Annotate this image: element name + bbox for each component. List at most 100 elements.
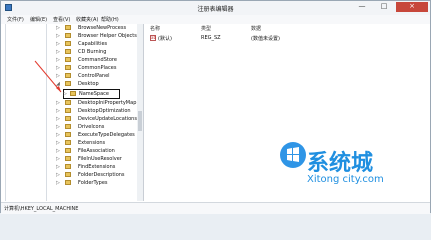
tree-item[interactable]: ▷ CommonPlaces xyxy=(1,64,136,72)
tree-item[interactable]: ▷ ExecuteTypeDelegates xyxy=(1,131,136,139)
menu-file[interactable]: 文件(F) xyxy=(7,16,24,23)
tree-item-label: DeviceUpdateLocations xyxy=(78,115,137,122)
tree-item-label: FindExtensions xyxy=(78,163,116,170)
tree-item[interactable]: ▷ FolderDescriptions xyxy=(1,171,136,179)
tree-item[interactable]: ▷ DeviceUpdateLocations xyxy=(1,115,137,123)
collapse-arrow-icon[interactable]: ◢ xyxy=(56,81,60,87)
tree-item[interactable]: ▷ FolderTypes xyxy=(1,179,136,187)
column-header-type[interactable]: 类型 xyxy=(201,25,211,32)
folder-icon xyxy=(65,100,71,105)
expand-arrow-icon[interactable]: ▷ xyxy=(56,41,60,47)
status-path: 计算机\HKEY_LOCAL_MACHINE xyxy=(4,206,79,212)
string-value-icon: ab xyxy=(150,35,156,41)
folder-icon xyxy=(65,41,71,46)
expand-arrow-icon[interactable]: ▷ xyxy=(56,25,60,31)
tree-item[interactable]: ▷ Extensions xyxy=(1,139,136,147)
menu-view[interactable]: 查看(V) xyxy=(53,16,70,23)
expand-arrow-icon[interactable]: ▷ xyxy=(56,73,60,79)
registry-tree: ▷ BrowseNewProcess ▷ Browser Helper Obje… xyxy=(1,24,143,201)
folder-icon xyxy=(65,49,71,54)
tree-item[interactable]: ▷ FileAssociation xyxy=(1,147,136,155)
expand-arrow-icon[interactable]: ▷ xyxy=(56,116,60,122)
close-button[interactable]: × xyxy=(396,2,428,12)
tree-item[interactable]: ▷ DesktopOptimization xyxy=(1,107,136,115)
tree-item-label: FolderTypes xyxy=(78,179,108,186)
tree-item-label: DesktopIniPropertyMap xyxy=(78,99,137,106)
folder-icon xyxy=(65,116,71,121)
tree-item[interactable]: ▷ DriveIcons xyxy=(1,123,136,131)
expand-arrow-icon[interactable]: ▷ xyxy=(56,108,60,114)
maximize-button[interactable]: □ xyxy=(373,2,395,12)
menu-edit[interactable]: 编辑(E) xyxy=(30,16,47,23)
expand-arrow-icon[interactable]: ▷ xyxy=(56,148,60,154)
expand-arrow-icon[interactable]: ▷ xyxy=(56,164,60,170)
title-bar: 注册表编辑器 — □ × xyxy=(1,1,430,15)
folder-icon xyxy=(65,156,71,161)
tree-item-label: CD Burning xyxy=(78,48,107,55)
menu-help[interactable]: 帮助(H) xyxy=(101,16,119,23)
tree-item-label: FileInUseResolver xyxy=(78,155,122,162)
folder-icon xyxy=(65,57,71,62)
folder-icon xyxy=(65,108,71,113)
expand-arrow-icon[interactable]: ▷ xyxy=(56,100,60,106)
tree-item-label: NameSpace xyxy=(79,90,109,97)
tree-item-label: Capabilities xyxy=(78,40,108,47)
expand-arrow-icon[interactable]: ▷ xyxy=(56,132,60,138)
tree-item-label: CommonPlaces xyxy=(78,64,117,71)
scrollbar-thumb[interactable] xyxy=(138,111,142,131)
expand-arrow-icon[interactable]: ▷ xyxy=(56,65,60,71)
folder-icon xyxy=(65,25,71,30)
tree-item-label: ControlPanel xyxy=(78,72,110,79)
expand-arrow-icon[interactable]: ▷ xyxy=(56,57,60,63)
folder-icon xyxy=(65,164,71,169)
tree-item[interactable]: ◢ Desktop xyxy=(1,80,136,88)
tree-item[interactable]: ▷ FileInUseResolver xyxy=(1,155,136,163)
values-pane: 名称 类型 数据 ab (默认) REG_SZ (数值未设置) xyxy=(144,24,430,201)
minimize-button[interactable]: — xyxy=(351,2,373,12)
folder-icon xyxy=(65,73,71,78)
watermark-text-cn: 系统城 xyxy=(307,151,374,176)
tree-item-label: Desktop xyxy=(78,80,99,87)
registry-editor-window: 注册表编辑器 — □ × 文件(F) 编辑(E) 查看(V) 收藏夹(A) 帮助… xyxy=(0,0,431,214)
tree-item[interactable]: ▷ ControlPanel xyxy=(1,72,136,80)
folder-icon xyxy=(65,172,71,177)
tree-item-label: CommandStore xyxy=(78,56,117,63)
tree-item-label: DesktopOptimization xyxy=(78,107,131,114)
tree-item-label: FileAssociation xyxy=(78,147,115,154)
watermark-text-en: Xitong city.com xyxy=(307,174,384,185)
tree-item[interactable]: ▷ CD Burning xyxy=(1,48,136,56)
tree-item-label: FolderDescriptions xyxy=(78,171,125,178)
tree-item[interactable]: ▷ Browser Helper Objects xyxy=(1,32,137,40)
expand-arrow-icon[interactable]: ▷ xyxy=(56,124,60,130)
expand-arrow-icon[interactable]: ▷ xyxy=(56,172,60,178)
value-type: REG_SZ xyxy=(201,35,221,41)
expand-arrow-icon[interactable]: ▷ xyxy=(56,49,60,55)
tree-item-label: Browser Helper Objects xyxy=(78,32,137,39)
tree-item[interactable]: ▷ CommandStore xyxy=(1,56,136,64)
tree-item[interactable]: ▷ BrowseNewProcess xyxy=(1,24,136,32)
watermark-logo-icon xyxy=(280,142,306,168)
folder-icon xyxy=(65,124,71,129)
folder-icon xyxy=(65,65,71,70)
menu-favorites[interactable]: 收藏夹(A) xyxy=(76,16,98,23)
tree-item[interactable]: ▷ DesktopIniPropertyMap xyxy=(1,99,136,107)
tree-item-selected[interactable]: ▷ NameSpace xyxy=(1,89,136,99)
tree-item-label: Extensions xyxy=(78,139,106,146)
tree-item-label: BrowseNewProcess xyxy=(78,24,127,31)
column-header-name[interactable]: 名称 xyxy=(150,25,160,32)
expand-arrow-icon[interactable]: ▷ xyxy=(63,91,67,97)
column-header-data[interactable]: 数据 xyxy=(251,25,261,32)
folder-icon xyxy=(65,81,71,86)
expand-arrow-icon[interactable]: ▷ xyxy=(56,180,60,186)
folder-icon xyxy=(65,140,71,145)
expand-arrow-icon[interactable]: ▷ xyxy=(56,33,60,39)
expand-arrow-icon[interactable]: ▷ xyxy=(56,156,60,162)
tree-item[interactable]: ▷ FindExtensions xyxy=(1,163,136,171)
tree-item[interactable]: ▷ Capabilities xyxy=(1,40,136,48)
value-name[interactable]: (默认) xyxy=(158,35,172,42)
status-bar: 计算机\HKEY_LOCAL_MACHINE xyxy=(1,202,430,214)
folder-icon xyxy=(65,132,71,137)
tree-item-label: ExecuteTypeDelegates xyxy=(78,131,135,138)
folder-icon xyxy=(65,33,71,38)
expand-arrow-icon[interactable]: ▷ xyxy=(56,140,60,146)
